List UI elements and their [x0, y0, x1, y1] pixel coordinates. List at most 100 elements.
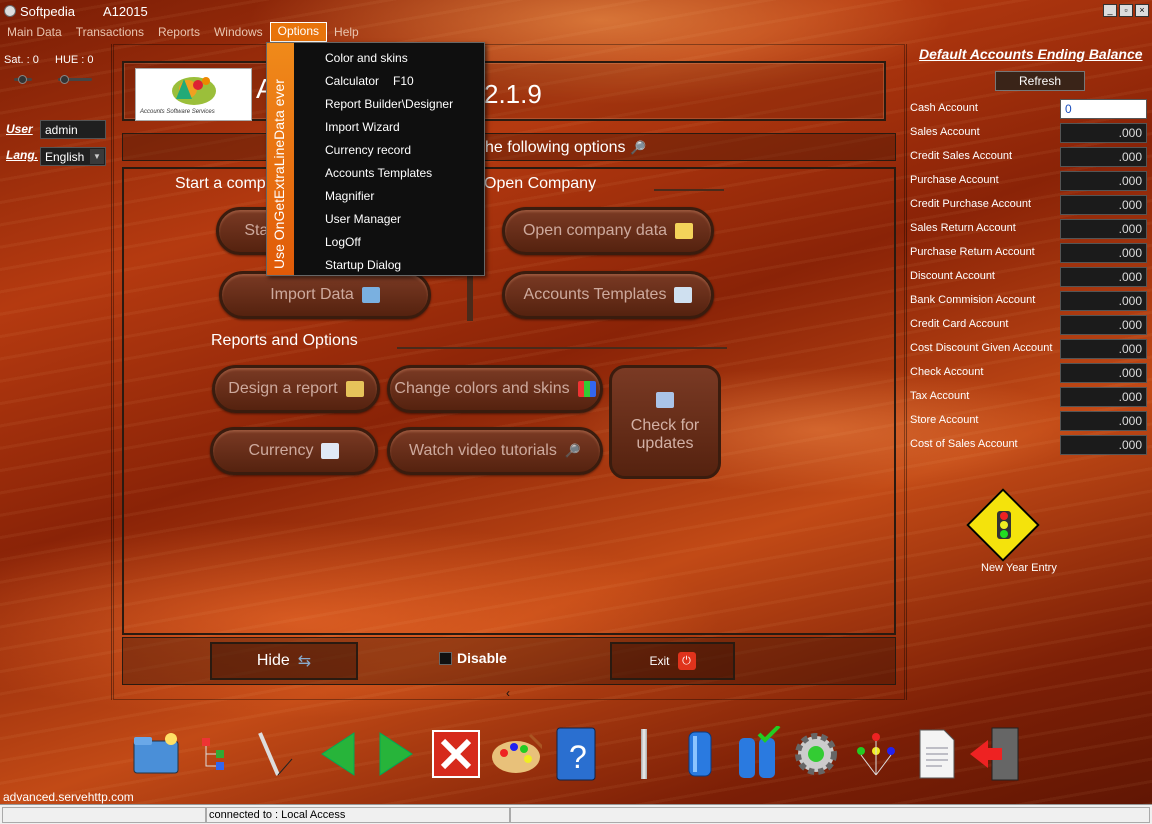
database-icon[interactable] [674, 728, 726, 780]
menu-item-import-wizard[interactable]: Import Wizard [325, 120, 400, 134]
hide-button[interactable]: Hide ⇆ [210, 642, 358, 680]
section-reports-options: Reports and Options [211, 332, 358, 349]
network-icon[interactable] [850, 728, 902, 780]
balance-panel-title: Default Accounts Ending Balance [919, 46, 1143, 62]
company-logo: Accounts Software Services [135, 68, 252, 121]
menu-item-report-builder[interactable]: Report Builder\Designer [325, 97, 453, 111]
change-colors-button[interactable]: Change colors and skins [387, 365, 603, 413]
header-box: Accounts Software Services A 2.1.9 [122, 61, 886, 121]
menu-item-color-skins[interactable]: Color and skins [325, 51, 408, 65]
lang-select[interactable]: English ▼ [40, 147, 106, 166]
help-book-icon[interactable]: ? [550, 727, 602, 781]
menu-windows[interactable]: Windows [207, 22, 270, 42]
account-value-field[interactable]: .000 [1060, 363, 1147, 383]
design-report-button[interactable]: Design a report [212, 365, 380, 413]
watch-video-button[interactable]: Watch video tutorials 🔎 [387, 427, 603, 475]
options-text: he following options 🔎 [485, 139, 647, 156]
menu-transactions[interactable]: Transactions [69, 22, 151, 42]
currency-button[interactable]: Currency [210, 427, 378, 475]
left-panel: Sat. : 0 HUE : 0 User admin Lang. Englis… [0, 44, 112, 700]
center-panel: Accounts Software Services A 2.1.9 he fo… [113, 44, 905, 700]
menu-item-currency-record[interactable]: Currency record [325, 143, 411, 157]
account-value-field[interactable]: .000 [1060, 243, 1147, 263]
menu-item-magnifier[interactable]: Magnifier [325, 189, 374, 203]
options-bar: he following options 🔎 [122, 133, 896, 161]
account-value-field[interactable]: .000 [1060, 411, 1147, 431]
menu-options[interactable]: Options [269, 22, 328, 42]
check-updates-label-2: updates [636, 435, 694, 452]
account-row: Tax Account .000 [907, 387, 1151, 409]
account-label: Purchase Account [910, 174, 999, 186]
menu-item-calculator[interactable]: Calculator F10 [325, 74, 414, 88]
menu-item-startup-dialog[interactable]: Startup Dialog [325, 258, 401, 272]
exit-button[interactable]: Exit ⏻ [610, 642, 735, 680]
account-value-field[interactable]: .000 [1060, 339, 1147, 359]
menu-item-accounts-templates[interactable]: Accounts Templates [325, 166, 432, 180]
gear-icon[interactable] [790, 728, 842, 780]
account-row: Credit Sales Account .000 [907, 147, 1151, 169]
import-data-button[interactable]: Import Data [219, 271, 431, 319]
status-bar: connected to : Local Access [0, 804, 1152, 824]
check-updates-button[interactable]: Check for updates [609, 365, 721, 479]
watch-video-label: Watch video tutorials [408, 442, 557, 459]
svg-text:?: ? [569, 739, 587, 775]
menu-help[interactable]: Help [327, 22, 366, 42]
account-value-field[interactable]: 0 [1060, 99, 1147, 119]
close-x-icon[interactable] [430, 728, 482, 780]
minimize-icon[interactable]: _ [1103, 4, 1117, 17]
open-company-button[interactable]: Open company data [502, 207, 714, 255]
collapse-arrow-icon[interactable]: ‹ [506, 686, 510, 700]
window-subtitle: A12015 [102, 3, 148, 19]
user-field[interactable]: admin [40, 120, 106, 139]
disable-checkbox[interactable] [439, 652, 452, 665]
refresh-button[interactable]: Refresh [995, 71, 1085, 91]
account-value-field[interactable]: .000 [1060, 315, 1147, 335]
pen-icon[interactable] [248, 728, 300, 780]
back-arrow-icon[interactable] [312, 728, 364, 780]
account-value-field[interactable]: .000 [1060, 387, 1147, 407]
tree-icon[interactable] [190, 728, 242, 780]
menu-main-data[interactable]: Main Data [0, 22, 69, 42]
accounts-templates-button[interactable]: Accounts Templates [502, 271, 714, 319]
database-check-icon[interactable] [732, 726, 784, 780]
account-label: Store Account [910, 414, 979, 426]
close-icon[interactable]: × [1135, 4, 1149, 17]
account-value-field[interactable]: .000 [1060, 147, 1147, 167]
hide-label: Hide [256, 652, 290, 669]
chevron-down-icon[interactable]: ▼ [90, 149, 104, 164]
forward-arrow-icon[interactable] [370, 728, 422, 780]
account-row: Cost of Sales Account .000 [907, 435, 1151, 457]
user-label: User [6, 122, 33, 136]
palette-grid-icon [577, 381, 596, 397]
menu-item-logoff[interactable]: LogOff [325, 235, 361, 249]
account-label: Sales Return Account [910, 222, 1016, 234]
account-value-field[interactable]: .000 [1060, 123, 1147, 143]
bottom-toolbar: ? [0, 700, 1152, 804]
bottom-bar: Hide ⇆ Disable Exit ⏻ [122, 637, 896, 685]
account-value-field[interactable]: .000 [1060, 267, 1147, 287]
account-value-field[interactable]: .000 [1060, 435, 1147, 455]
currency-icon [321, 443, 340, 459]
menu-reports[interactable]: Reports [151, 22, 207, 42]
sat-slider-knob[interactable] [18, 75, 27, 84]
restore-icon[interactable]: ▫ [1119, 4, 1133, 17]
account-value-field[interactable]: .000 [1060, 195, 1147, 215]
folder-open-icon[interactable] [130, 728, 182, 780]
account-value-field[interactable]: .000 [1060, 171, 1147, 191]
hue-slider-knob[interactable] [60, 75, 69, 84]
status-cell-empty [2, 807, 206, 823]
menu-item-user-manager[interactable]: User Manager [325, 212, 401, 226]
document-icon[interactable] [910, 728, 962, 780]
account-row: Cash Account 0 [907, 99, 1151, 121]
account-label: Cost Discount Given Account [910, 342, 1053, 354]
exit-door-icon[interactable] [968, 727, 1020, 781]
account-value-field[interactable]: .000 [1060, 219, 1147, 239]
account-value-field[interactable]: .000 [1060, 291, 1147, 311]
main-options-box: Start a compa Open Company Star Open com… [122, 167, 896, 635]
lang-label: Lang. [6, 148, 38, 162]
section-divider [654, 189, 724, 191]
version-text: 2.1.9 [484, 79, 542, 109]
palette-icon[interactable] [490, 728, 542, 780]
logo-caption: Accounts Software Services [140, 109, 215, 115]
dropdown-side-strip: Use OnGetExtraLineData ever [267, 43, 294, 275]
